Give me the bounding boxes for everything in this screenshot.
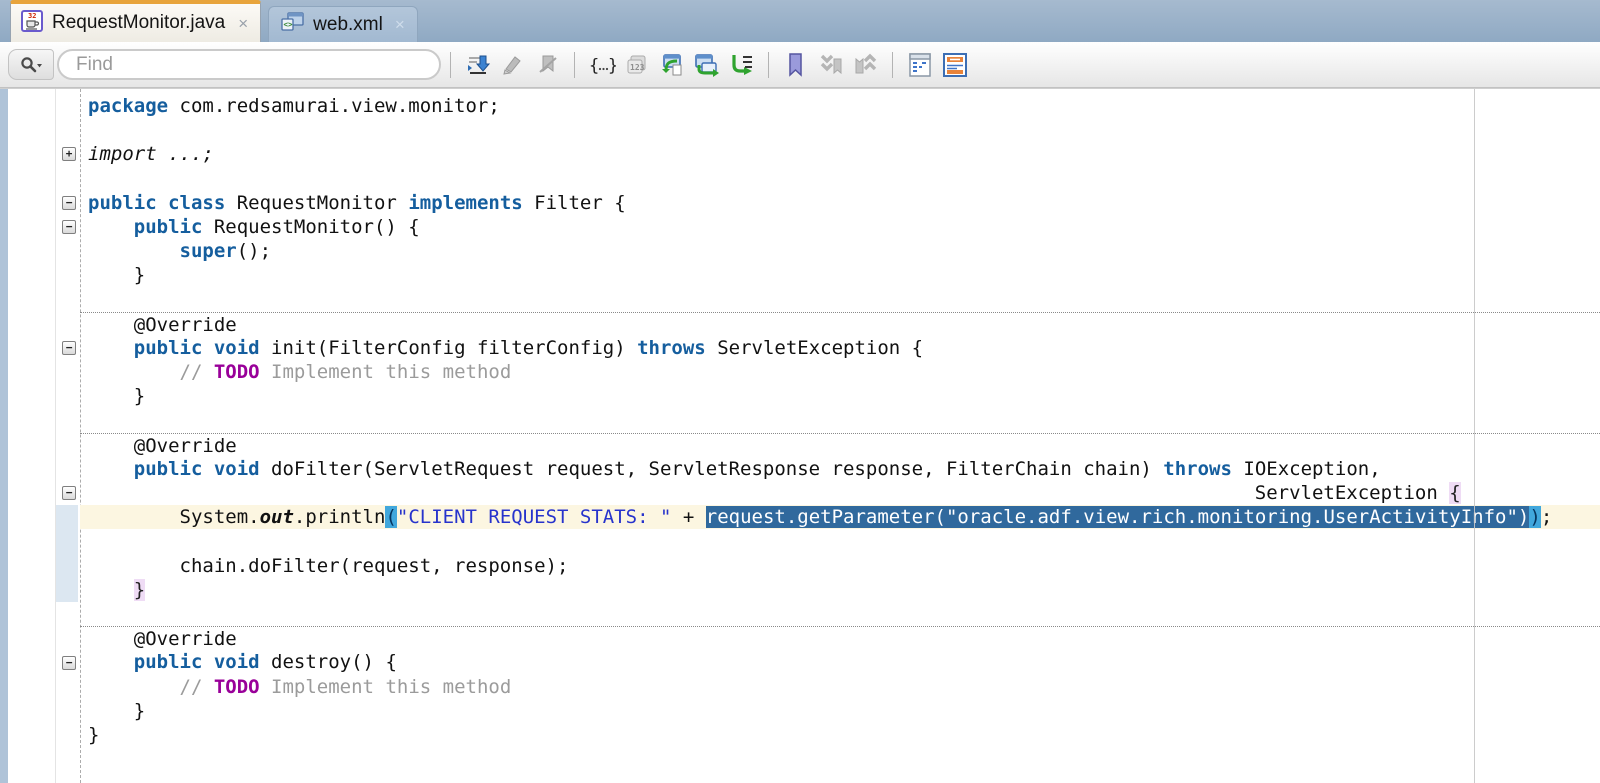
code-line[interactable]: import ...; [80,142,1600,166]
code-line[interactable]: } [80,578,1600,602]
svg-text:}: } [608,56,616,76]
close-icon[interactable]: × [238,15,248,32]
selected-text: request.getParameter("oracle.adf.view.ri… [705,506,1530,529]
code-line[interactable] [80,529,1600,553]
svg-text:{: { [589,56,599,76]
find-options-icon[interactable] [8,49,54,80]
fold-collapse-icon[interactable]: − [62,341,76,355]
go-to-line-icon[interactable] [726,49,757,80]
code-line[interactable]: // TODO Implement this method [80,675,1600,699]
tab-label: RequestMonitor.java [52,12,226,33]
fold-expand-icon[interactable]: + [62,147,76,162]
code-line[interactable] [80,118,1600,142]
next-bookmark-icon[interactable] [815,49,846,80]
fold-collapse-icon[interactable]: − [62,220,76,234]
code-line[interactable] [80,288,1600,312]
code-line[interactable]: chain.doFilter(request, response); [80,554,1600,578]
code-lines: package com.redsamurai.view.monitor; impo… [0,94,1600,771]
code-line[interactable]: public RequestMonitor() { [80,215,1600,239]
editor-left-strip [0,89,8,783]
go-to-last-edit-icon[interactable] [462,49,493,80]
toolbar-separator [768,51,769,78]
compare-with-icon[interactable] [904,49,935,80]
code-line[interactable] [80,167,1600,191]
tab-label: web.xml [313,13,383,35]
navigate-back-icon[interactable] [656,49,687,80]
code-line[interactable]: } [80,384,1600,408]
svg-text:<>: <> [284,20,294,29]
code-line[interactable]: } [80,263,1600,287]
tab-requestmonitor-java[interactable]: 32 RequestMonitor.java × [10,0,262,42]
code-line[interactable]: @Override [80,311,1600,336]
navigate-forward-icon[interactable] [691,49,722,80]
toolbar-separator [450,51,451,78]
code-line[interactable]: public class RequestMonitor implements F… [80,191,1600,215]
code-line[interactable]: @Override [80,626,1600,650]
toolbar-separator [574,51,575,78]
surround-with-icon[interactable]: { } [586,49,617,80]
svg-text:32: 32 [28,12,36,20]
code-line[interactable]: ServletException { [80,481,1600,505]
toolbar-separator [892,51,893,78]
editor-toolbar: { } 123 [0,42,1600,88]
code-line[interactable] [80,747,1600,771]
close-icon[interactable]: × [395,16,405,33]
editor-tab-bar: 32 RequestMonitor.java × <> web.xml × [0,0,1600,42]
code-line[interactable]: @Override [80,432,1600,457]
find-input[interactable] [57,49,441,80]
code-line[interactable]: public void doFilter(ServletRequest requ… [80,457,1600,481]
tab-web-xml[interactable]: <> web.xml × [268,6,418,42]
toggle-line-numbers-icon[interactable]: 123 [621,49,652,80]
highlight-icon[interactable] [497,49,528,80]
code-line[interactable] [80,408,1600,432]
code-line[interactable]: super(); [80,239,1600,263]
code-line[interactable]: public void destroy() { [80,650,1600,674]
code-editor[interactable]: package com.redsamurai.view.monitor; impo… [0,88,1600,783]
code-line[interactable]: public void init(FilterConfig filterConf… [80,336,1600,360]
fold-collapse-icon[interactable]: − [62,195,76,210]
xml-file-icon: <> [281,12,305,37]
code-line[interactable]: } [80,699,1600,723]
code-line-current[interactable]: System.out.println("CLIENT REQUEST STATS… [80,505,1600,530]
previous-bookmark-icon[interactable] [850,49,881,80]
right-margin-line [1474,89,1475,783]
fold-collapse-icon[interactable]: − [62,655,76,670]
fold-collapse-icon[interactable]: − [62,486,76,501]
code-line[interactable]: } [80,723,1600,747]
split-document-icon[interactable] [939,49,970,80]
code-line[interactable]: package com.redsamurai.view.monitor; [80,94,1600,118]
toggle-bookmark-icon[interactable] [780,49,811,80]
code-line[interactable]: // TODO Implement this method [80,360,1600,384]
svg-text:123: 123 [630,63,645,72]
java-file-icon: 32 [21,9,43,37]
code-line[interactable] [80,602,1600,626]
clear-highlights-icon[interactable] [532,49,563,80]
